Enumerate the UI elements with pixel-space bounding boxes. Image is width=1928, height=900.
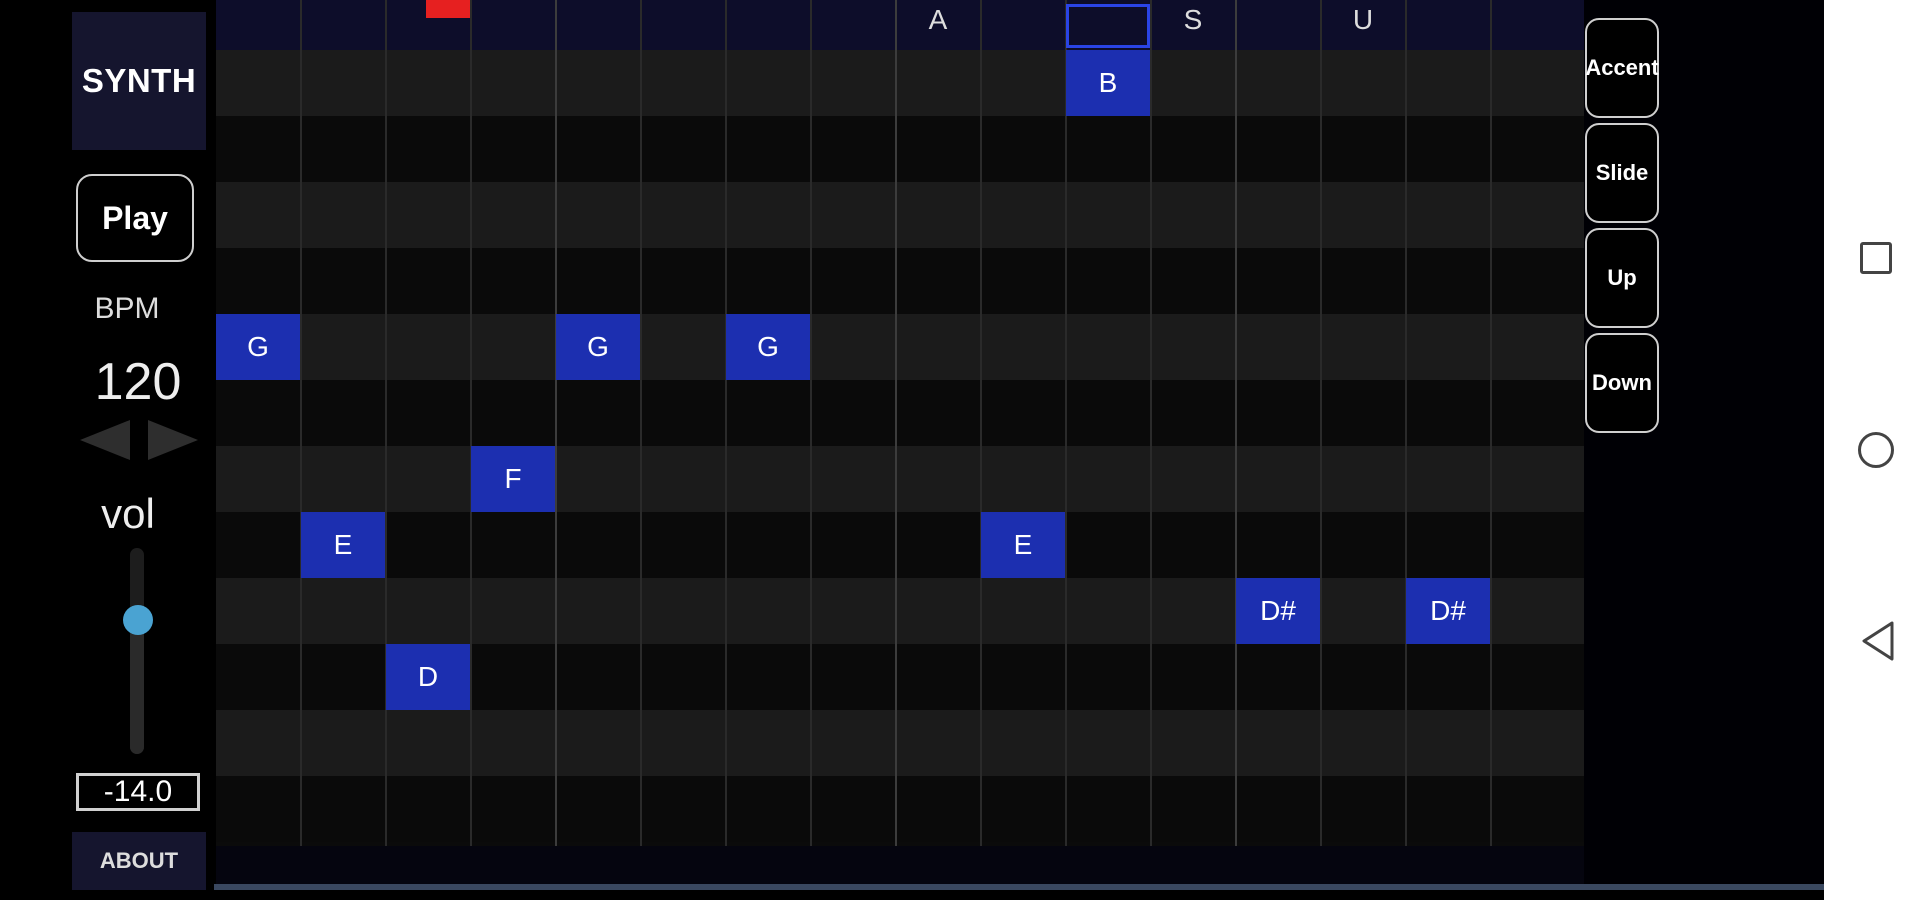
play-button[interactable]: Play bbox=[76, 174, 194, 262]
volume-slider-fill bbox=[130, 620, 144, 754]
grid-row bbox=[216, 50, 1584, 116]
step-header-letter: A bbox=[928, 4, 948, 35]
step-header-letter: U bbox=[1352, 4, 1374, 35]
grid-column-divider bbox=[385, 0, 387, 850]
grid-column-divider bbox=[1065, 0, 1067, 850]
step-header-letter: S bbox=[1183, 4, 1203, 35]
grid-row bbox=[216, 776, 1584, 842]
bpm-decrease-icon[interactable] bbox=[80, 420, 130, 460]
note-cell[interactable]: G bbox=[726, 314, 810, 380]
bpm-label: BPM bbox=[94, 292, 160, 325]
grid-column-divider bbox=[470, 0, 472, 850]
grid-row bbox=[216, 710, 1584, 776]
grid-column-divider bbox=[1235, 0, 1237, 850]
selected-step-outline[interactable] bbox=[1066, 4, 1150, 48]
grid-row bbox=[216, 314, 1584, 380]
volume-slider-track[interactable] bbox=[130, 548, 144, 754]
back-icon[interactable] bbox=[1860, 620, 1896, 662]
grid-column-divider bbox=[1150, 0, 1152, 850]
volume-value: -14.0 bbox=[76, 773, 200, 811]
grid-row bbox=[216, 182, 1584, 248]
grid-column-divider bbox=[895, 0, 897, 850]
grid-column-divider bbox=[640, 0, 642, 850]
grid-column-divider bbox=[1320, 0, 1322, 850]
grid-column-divider bbox=[300, 0, 302, 850]
bpm-increase-icon[interactable] bbox=[148, 420, 198, 460]
note-cell[interactable]: D# bbox=[1406, 578, 1490, 644]
grid-row bbox=[216, 446, 1584, 512]
grid-column-divider bbox=[1490, 0, 1492, 850]
about-button[interactable]: ABOUT bbox=[72, 832, 206, 890]
volume-label: vol bbox=[101, 490, 155, 537]
grid-column-divider bbox=[980, 0, 982, 850]
note-cell[interactable]: G bbox=[556, 314, 640, 380]
synth-mode-button[interactable]: SYNTH bbox=[72, 12, 206, 150]
grid-column-divider bbox=[1405, 0, 1407, 850]
up-button[interactable]: Up bbox=[1585, 228, 1659, 328]
accent-button[interactable]: Accent bbox=[1585, 18, 1659, 118]
note-cell[interactable]: D bbox=[386, 644, 470, 710]
note-cell[interactable]: F bbox=[471, 446, 555, 512]
recent-apps-icon[interactable] bbox=[1860, 242, 1892, 274]
control-panel: SYNTH Play BPM 120 vol -14.0 ABOUT bbox=[0, 0, 216, 900]
note-cell[interactable]: B bbox=[1066, 50, 1150, 116]
playhead-indicator bbox=[426, 0, 470, 18]
grid-row bbox=[216, 116, 1584, 182]
panel-edge bbox=[214, 884, 1824, 890]
grid-row bbox=[216, 380, 1584, 446]
grid-row bbox=[216, 512, 1584, 578]
volume-slider-thumb[interactable] bbox=[123, 605, 153, 636]
grid-column-divider bbox=[810, 0, 812, 850]
note-cell[interactable]: E bbox=[301, 512, 385, 578]
note-cell[interactable]: G bbox=[216, 314, 300, 380]
note-cell[interactable]: E bbox=[981, 512, 1065, 578]
home-icon[interactable] bbox=[1858, 432, 1894, 468]
grid-row bbox=[216, 248, 1584, 314]
grid-row bbox=[216, 578, 1584, 644]
down-button[interactable]: Down bbox=[1585, 333, 1659, 433]
sequencer-grid[interactable]: ASU G E D F G G E B D# D# bbox=[216, 0, 1584, 890]
note-cell[interactable]: D# bbox=[1236, 578, 1320, 644]
slide-button[interactable]: Slide bbox=[1585, 123, 1659, 223]
grid-column-divider bbox=[555, 0, 557, 850]
bpm-value: 120 bbox=[94, 353, 182, 411]
grid-column-divider bbox=[725, 0, 727, 850]
